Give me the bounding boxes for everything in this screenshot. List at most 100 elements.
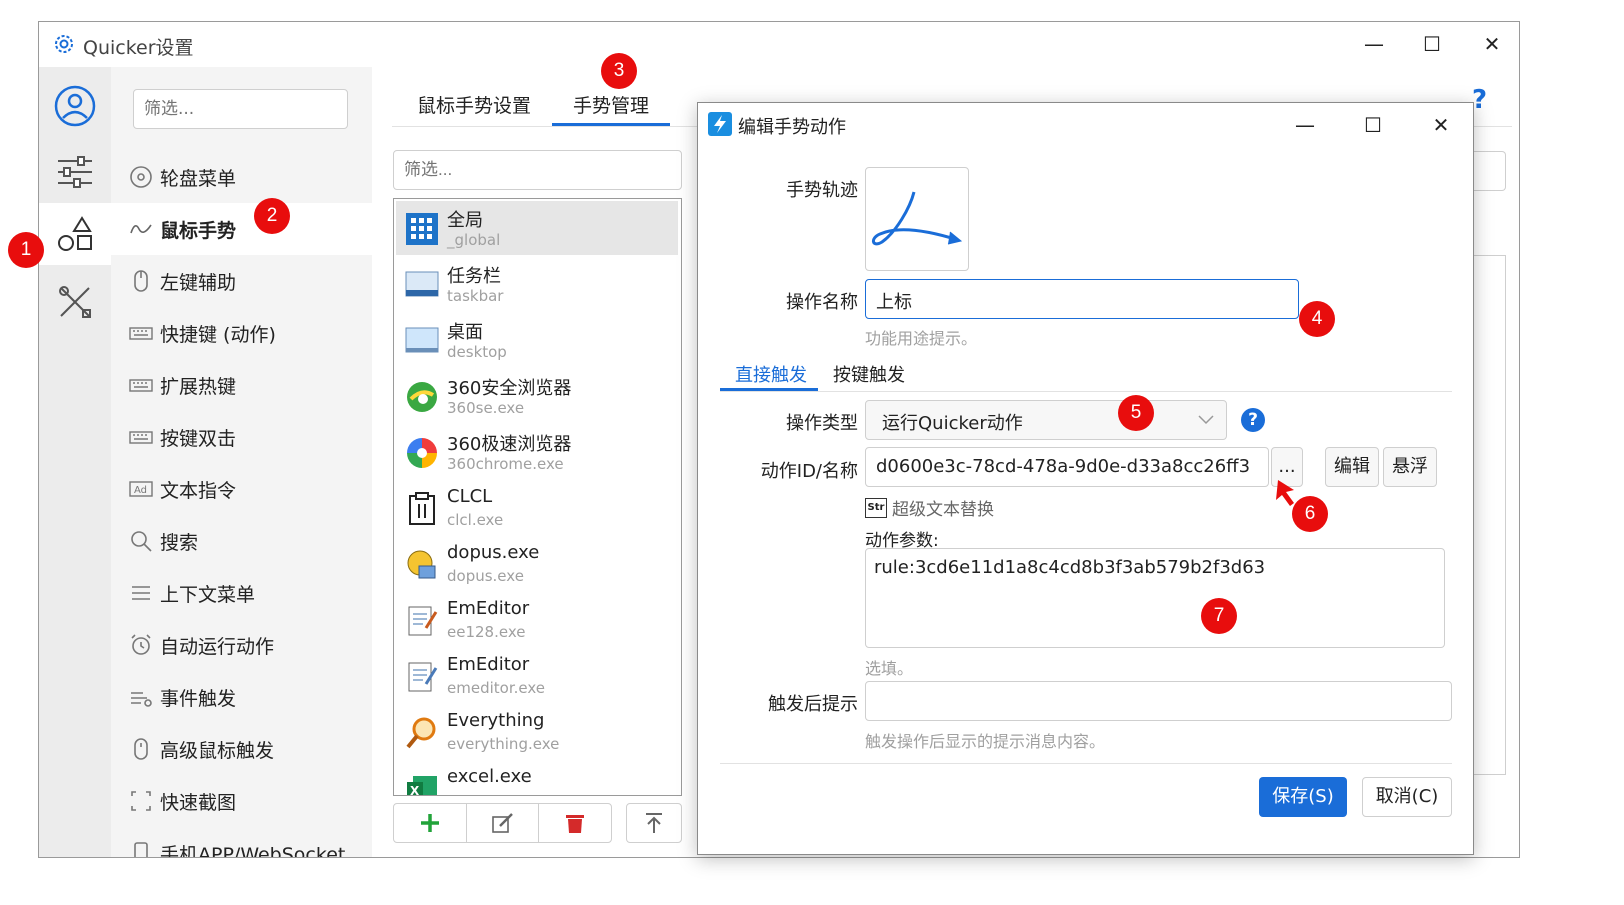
annotation-badge-3: 3 [601,53,637,89]
excel-icon: X [404,771,440,796]
list-item[interactable]: EmEditor emeditor.exe [396,649,678,703]
sidebar-item-hotkey-action[interactable]: 快捷键 (动作) [111,307,372,359]
action-name-input[interactable]: 上标 [865,279,1299,319]
right-panel-button[interactable] [1472,151,1506,191]
action-type-select[interactable]: 运行Quicker动作 [865,400,1227,440]
dialog-minimize-button[interactable]: — [1288,109,1322,141]
app-name: Everything [447,710,545,731]
desktop-icon [404,323,440,359]
rail-tools[interactable] [39,271,111,333]
footer-divider [720,763,1452,764]
sidebar-item-context-menu[interactable]: 上下文菜单 [111,567,372,619]
sidebar-item-advanced-mouse[interactable]: 高级鼠标触发 [111,723,372,775]
sliders-icon [58,156,92,188]
sidebar-item-quick-screenshot[interactable]: 快速截图 [111,775,372,827]
sidebar: 轮盘菜单 鼠标手势 左键辅助 快捷键 (动作) 扩展热键 按键双击 Ad 文本指… [111,67,372,858]
sidebar-item-label: 文本指令 [160,479,237,502]
phone-icon [128,840,154,857]
close-button[interactable]: ✕ [1475,28,1509,60]
str-icon: Str [865,497,887,518]
gesture-trail-label: 手势轨迹 [786,180,858,201]
svg-text:Ad: Ad [134,485,147,496]
list-item[interactable]: Everything everything.exe [396,705,678,759]
annotation-badge-1: 1 [8,232,44,268]
after-trigger-label: 触发后提示 [768,694,858,715]
list-item[interactable]: 360极速浏览器 360chrome.exe [396,425,678,479]
action-params-textarea[interactable]: rule:3cd6e11d1a8c4cd8b3f3ab579b2f3d63 [865,548,1445,648]
save-button[interactable]: 保存(S) [1259,777,1347,817]
action-name-hint: 功能用途提示。 [865,329,978,348]
sidebar-filter-input[interactable] [133,89,348,129]
sidebar-item-wheel-menu[interactable]: 轮盘菜单 [111,151,372,203]
360se-icon [404,379,440,415]
event-icon [128,684,154,710]
app-name: CLCL [447,486,493,507]
rail-user[interactable] [39,75,111,137]
maximize-button[interactable]: ☐ [1415,28,1449,60]
add-button[interactable] [394,804,467,842]
rail-triggers[interactable] [39,203,111,265]
tab-mouse-gesture-settings[interactable]: 鼠标手势设置 [417,91,531,118]
sidebar-item-extended-hotkey[interactable]: 扩展热键 [111,359,372,411]
app-process: clcl.exe [447,511,504,529]
list-item[interactable]: 360安全浏览器 360se.exe [396,369,678,423]
list-item[interactable]: X excel.exe [396,761,678,796]
sidebar-item-text-command[interactable]: Ad 文本指令 [111,463,372,515]
help-icon[interactable]: ? [1241,408,1265,432]
action-id-input[interactable]: d0600e3c-78cd-478a-9d0e-d33a8cc26ff3 [865,447,1269,487]
rail-settings[interactable] [39,141,111,203]
notepad-icon [404,659,440,695]
gesture-path-icon [872,191,963,246]
dialog-maximize-button[interactable]: ☐ [1356,109,1390,141]
sidebar-item-label: 事件触发 [160,687,237,710]
tab-direct-trigger[interactable]: 直接触发 [735,361,807,387]
tab-key-trigger[interactable]: 按键触发 [833,361,905,387]
app-process: dopus.exe [447,567,524,585]
edit-button[interactable] [467,804,540,842]
sidebar-item-search[interactable]: 搜索 [111,515,372,567]
list-item[interactable]: 任务栏 taskbar [396,257,678,311]
list-item[interactable]: EmEditor ee128.exe [396,593,678,647]
after-trigger-input[interactable] [865,681,1452,721]
sidebar-item-label: 按键双击 [160,427,237,450]
sidebar-item-left-assist[interactable]: 左键辅助 [111,255,372,307]
trash-icon [566,815,585,833]
list-item[interactable]: 全局 _global [396,201,678,255]
float-button[interactable]: 悬浮 [1383,447,1437,487]
edit-action-button[interactable]: 编辑 [1325,447,1379,487]
move-top-button[interactable] [626,803,682,843]
help-icon[interactable]: ? [1472,85,1487,115]
menu-icon [128,580,154,606]
super-text-replace-link[interactable]: Str 超级文本替换 [865,495,994,520]
dialog-close-button[interactable]: ✕ [1424,109,1458,141]
list-item[interactable]: CLCL clcl.exe [396,481,678,535]
app-process: 360chrome.exe [447,455,564,473]
gesture-trail-box[interactable] [865,167,969,271]
tab-gesture-management[interactable]: 手势管理 [573,91,649,118]
app-name: EmEditor [447,654,530,675]
minimize-button[interactable]: — [1357,28,1391,60]
action-id-label: 动作ID/名称 [760,461,858,482]
sidebar-item-label: 快捷键 (动作) [160,323,276,346]
cancel-button[interactable]: 取消(C) [1362,777,1452,817]
shapes-icon [58,216,92,251]
app-name: 360极速浏览器 [447,434,572,455]
chevron-down-icon [1198,415,1214,425]
app-filter-input[interactable] [393,150,682,190]
sidebar-item-auto-run[interactable]: 自动运行动作 [111,619,372,671]
sidebar-item-mouse-gesture[interactable]: 鼠标手势 [111,203,372,255]
list-item[interactable]: 桌面 desktop [396,313,678,367]
app-name: excel.exe [447,766,532,787]
sidebar-item-label: 手机APP/WebSocket [160,843,346,858]
list-item[interactable]: dopus.exe dopus.exe [396,537,678,591]
app-name: 桌面 [447,322,483,343]
sidebar-item-key-double[interactable]: 按键双击 [111,411,372,463]
sidebar-item-label: 自动运行动作 [160,635,275,658]
subtab-divider [720,391,1452,392]
svg-text:X: X [410,784,420,796]
delete-button[interactable] [539,804,611,842]
edit-icon [491,813,513,833]
notepad-icon [404,603,440,639]
sidebar-item-phone-app[interactable]: 手机APP/WebSocket [111,827,372,858]
sidebar-item-event-trigger[interactable]: 事件触发 [111,671,372,723]
